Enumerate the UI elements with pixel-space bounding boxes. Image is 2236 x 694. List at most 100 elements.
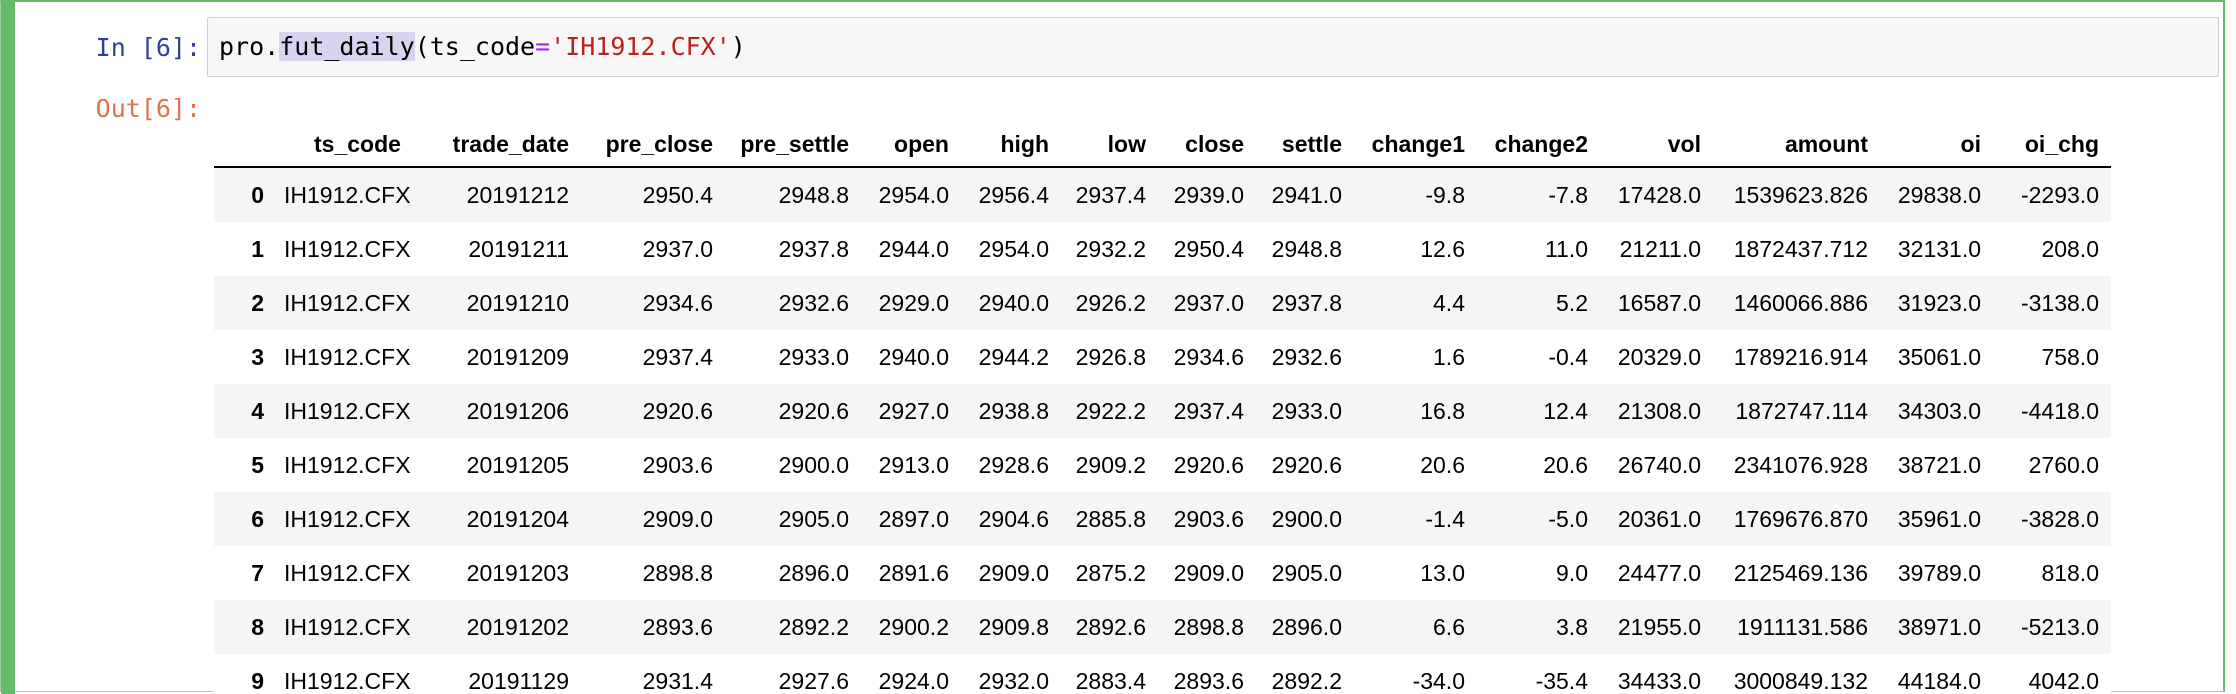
code-line: pro.fut_daily(ts_code='IH1912.CFX')	[219, 32, 746, 62]
table-cell: 2885.8	[1075, 505, 1146, 532]
table-cell: -9.8	[1425, 181, 1465, 208]
table-row: 3 IH1912.CFX 20191209 2937.4 2933.0 2940.0 294…	[214, 330, 2111, 384]
table-cell: 3000849.132	[1733, 667, 1868, 694]
table-cell: 2900.0	[778, 451, 849, 478]
table-cell: IH1912.CFX	[284, 343, 411, 370]
table-row: 2 IH1912.CFX 20191210 2934.6 2932.6 2929.0 294…	[214, 276, 2111, 330]
table-cell: 1769676.870	[1733, 505, 1868, 532]
table-cell: 2892.2	[1271, 667, 1342, 694]
table-cell: -4418.0	[2020, 397, 2099, 424]
table-cell: IH1912.CFX	[284, 505, 411, 532]
table-cell: 2937.4	[1075, 181, 1146, 208]
table-cell: 2896.0	[778, 559, 849, 586]
table-cell: 20361.0	[1617, 505, 1701, 532]
table-cell: 5.2	[1556, 289, 1588, 316]
table-cell: 2909.0	[978, 559, 1049, 586]
column-header: high	[961, 122, 1061, 168]
code-editor[interactable]: pro.fut_daily(ts_code='IH1912.CFX')	[207, 17, 2219, 77]
table-cell: 20191211	[468, 235, 569, 262]
table-cell: 20.6	[1420, 451, 1465, 478]
table-cell: 2905.0	[1271, 559, 1342, 586]
table-cell: 13.0	[1420, 559, 1465, 586]
notebook-code-cell[interactable]: In [6]: pro.fut_daily(ts_code='IH1912.CF…	[0, 0, 2225, 694]
table-cell: 2125469.136	[1733, 559, 1868, 586]
table-cell: 1460066.886	[1733, 289, 1868, 316]
row-index: 5	[251, 451, 264, 478]
table-cell: 2920.6	[642, 397, 713, 424]
table-cell: 20191202	[466, 613, 569, 640]
table-cell: 2893.6	[1173, 667, 1244, 694]
table-cell: 2939.0	[1173, 181, 1244, 208]
table-cell: 6.6	[1433, 613, 1465, 640]
table-cell: 20191206	[466, 397, 569, 424]
table-cell: 2954.0	[978, 235, 1049, 262]
column-header: change2	[1477, 122, 1600, 168]
table-cell: 2926.2	[1075, 289, 1146, 316]
table-cell: 2760.0	[2028, 451, 2099, 478]
table-cell: 2950.4	[1173, 235, 1244, 262]
table-cell: 35061.0	[1897, 343, 1981, 370]
table-cell: 1911131.586	[1737, 613, 1868, 640]
table-cell: -34.0	[1412, 667, 1465, 694]
output-area[interactable]: ts_code trade_date pre_close pre_settle …	[207, 82, 2219, 694]
dataframe-table: ts_code trade_date pre_close pre_settle …	[214, 122, 2111, 694]
table-cell: 2891.6	[878, 559, 949, 586]
table-cell: 2904.6	[978, 505, 1049, 532]
table-cell: 2944.2	[978, 343, 1049, 370]
table-cell: -0.4	[1548, 343, 1588, 370]
table-cell: 34303.0	[1897, 397, 1981, 424]
table-cell: 21955.0	[1617, 613, 1701, 640]
table-cell: 2928.6	[978, 451, 1049, 478]
table-cell: 2920.6	[1271, 451, 1342, 478]
column-header: vol	[1600, 122, 1713, 168]
table-cell: 20191212	[466, 181, 569, 208]
table-cell: 26740.0	[1617, 451, 1701, 478]
dataframe-body: 0 IH1912.CFX 20191212 2950.4 2948.8 2954.0 295…	[214, 167, 2111, 694]
row-index: 3	[251, 343, 264, 370]
table-cell: 20191210	[466, 289, 569, 316]
column-header: pre_close	[581, 122, 725, 168]
table-cell: 2932.0	[978, 667, 1049, 694]
table-cell: IH1912.CFX	[284, 181, 411, 208]
table-cell: 17428.0	[1617, 181, 1701, 208]
table-cell: 2909.2	[1075, 451, 1146, 478]
table-cell: 2892.6	[1075, 613, 1146, 640]
table-cell: -35.4	[1535, 667, 1588, 694]
code-open-paren: (	[414, 32, 430, 61]
table-cell: 39789.0	[1897, 559, 1981, 586]
row-index: 6	[251, 505, 264, 532]
table-row: 1 IH1912.CFX 20191211 2937.0 2937.8 2944.0 295…	[214, 222, 2111, 276]
table-cell: 2341076.928	[1733, 451, 1868, 478]
table-cell: IH1912.CFX	[284, 289, 411, 316]
table-cell: 44184.0	[1897, 667, 1981, 694]
table-cell: 35961.0	[1897, 505, 1981, 532]
table-cell: 3.8	[1556, 613, 1588, 640]
table-cell: 12.4	[1543, 397, 1588, 424]
table-cell: 20.6	[1543, 451, 1588, 478]
table-cell: 20329.0	[1617, 343, 1701, 370]
table-cell: 208.0	[2041, 235, 2099, 262]
table-cell: 4042.0	[2028, 667, 2099, 694]
table-cell: -5213.0	[2020, 613, 2099, 640]
table-row: 9 IH1912.CFX 20191129 2931.4 2927.6 2924.0 293…	[214, 654, 2111, 694]
table-cell: 2920.6	[1173, 451, 1244, 478]
table-cell: 2897.0	[878, 505, 949, 532]
table-cell: 32131.0	[1897, 235, 1981, 262]
table-cell: 21211.0	[1619, 235, 1701, 262]
table-cell: 2900.0	[1271, 505, 1342, 532]
row-index: 2	[251, 289, 264, 316]
table-cell: 2950.4	[642, 181, 713, 208]
table-cell: 2932.6	[1271, 343, 1342, 370]
table-cell: 2905.0	[778, 505, 849, 532]
table-cell: 2954.0	[878, 181, 949, 208]
column-header: oi_chg	[1993, 122, 2111, 168]
table-cell: 20191204	[466, 505, 569, 532]
column-header: trade_date	[426, 122, 581, 168]
code-string-literal: 'IH1912.CFX'	[550, 32, 731, 61]
table-row: 0 IH1912.CFX 20191212 2950.4 2948.8 2954.0 295…	[214, 167, 2111, 222]
table-cell: 2937.4	[1173, 397, 1244, 424]
table-cell: 34433.0	[1617, 667, 1701, 694]
code-operator: =	[535, 32, 551, 61]
table-cell: 1789216.914	[1733, 343, 1868, 370]
code-method-highlighted: fut_daily	[279, 32, 415, 61]
